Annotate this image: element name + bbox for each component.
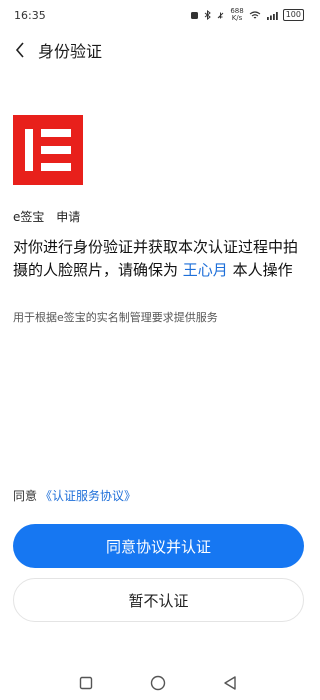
bluetooth-icon [205,10,212,20]
agreement-line: 同意 《认证服务协议》 [13,487,136,504]
back-nav-button[interactable] [220,673,240,693]
agreement-link[interactable]: 《认证服务协议》 [40,489,136,503]
requester-line: e签宝 申请 [13,208,80,225]
home-button[interactable] [148,673,168,693]
status-icons: 688 K/s 100 [190,8,304,22]
battery-icon: 100 [282,9,304,21]
recents-button[interactable] [76,673,96,693]
agree-verify-button[interactable]: 同意协议并认证 [13,524,304,568]
back-button[interactable] [2,30,38,70]
agreement-prefix: 同意 [13,489,38,503]
signal-icon [266,11,278,20]
request-label: 申请 [56,210,81,224]
page-title: 身份验证 [38,42,103,61]
app-name: e签宝 [13,210,45,224]
net-speed: 688 K/s [230,7,244,22]
user-name: 王心月 [182,261,228,279]
system-nav-bar [0,666,316,700]
verification-description: 对你进行身份验证并获取本次认证过程中拍摄的人脸照片，请确保为 王心月 本人操作 [13,238,299,279]
circle-icon [150,675,166,691]
square-icon [79,676,93,690]
status-time: 16:35 [14,8,46,22]
status-bar: 16:35 688 K/s 100 [0,0,316,30]
notification-icon [191,11,199,19]
chevron-left-icon [15,42,24,58]
mute-icon [217,12,224,18]
header: 身份验证 [0,30,316,70]
triangle-back-icon [224,676,236,690]
skip-verify-button[interactable]: 暂不认证 [13,578,304,622]
service-note: 用于根据e签宝的实名制管理要求提供服务 [13,311,218,324]
app-logo [13,115,83,185]
wifi-icon [249,10,261,18]
